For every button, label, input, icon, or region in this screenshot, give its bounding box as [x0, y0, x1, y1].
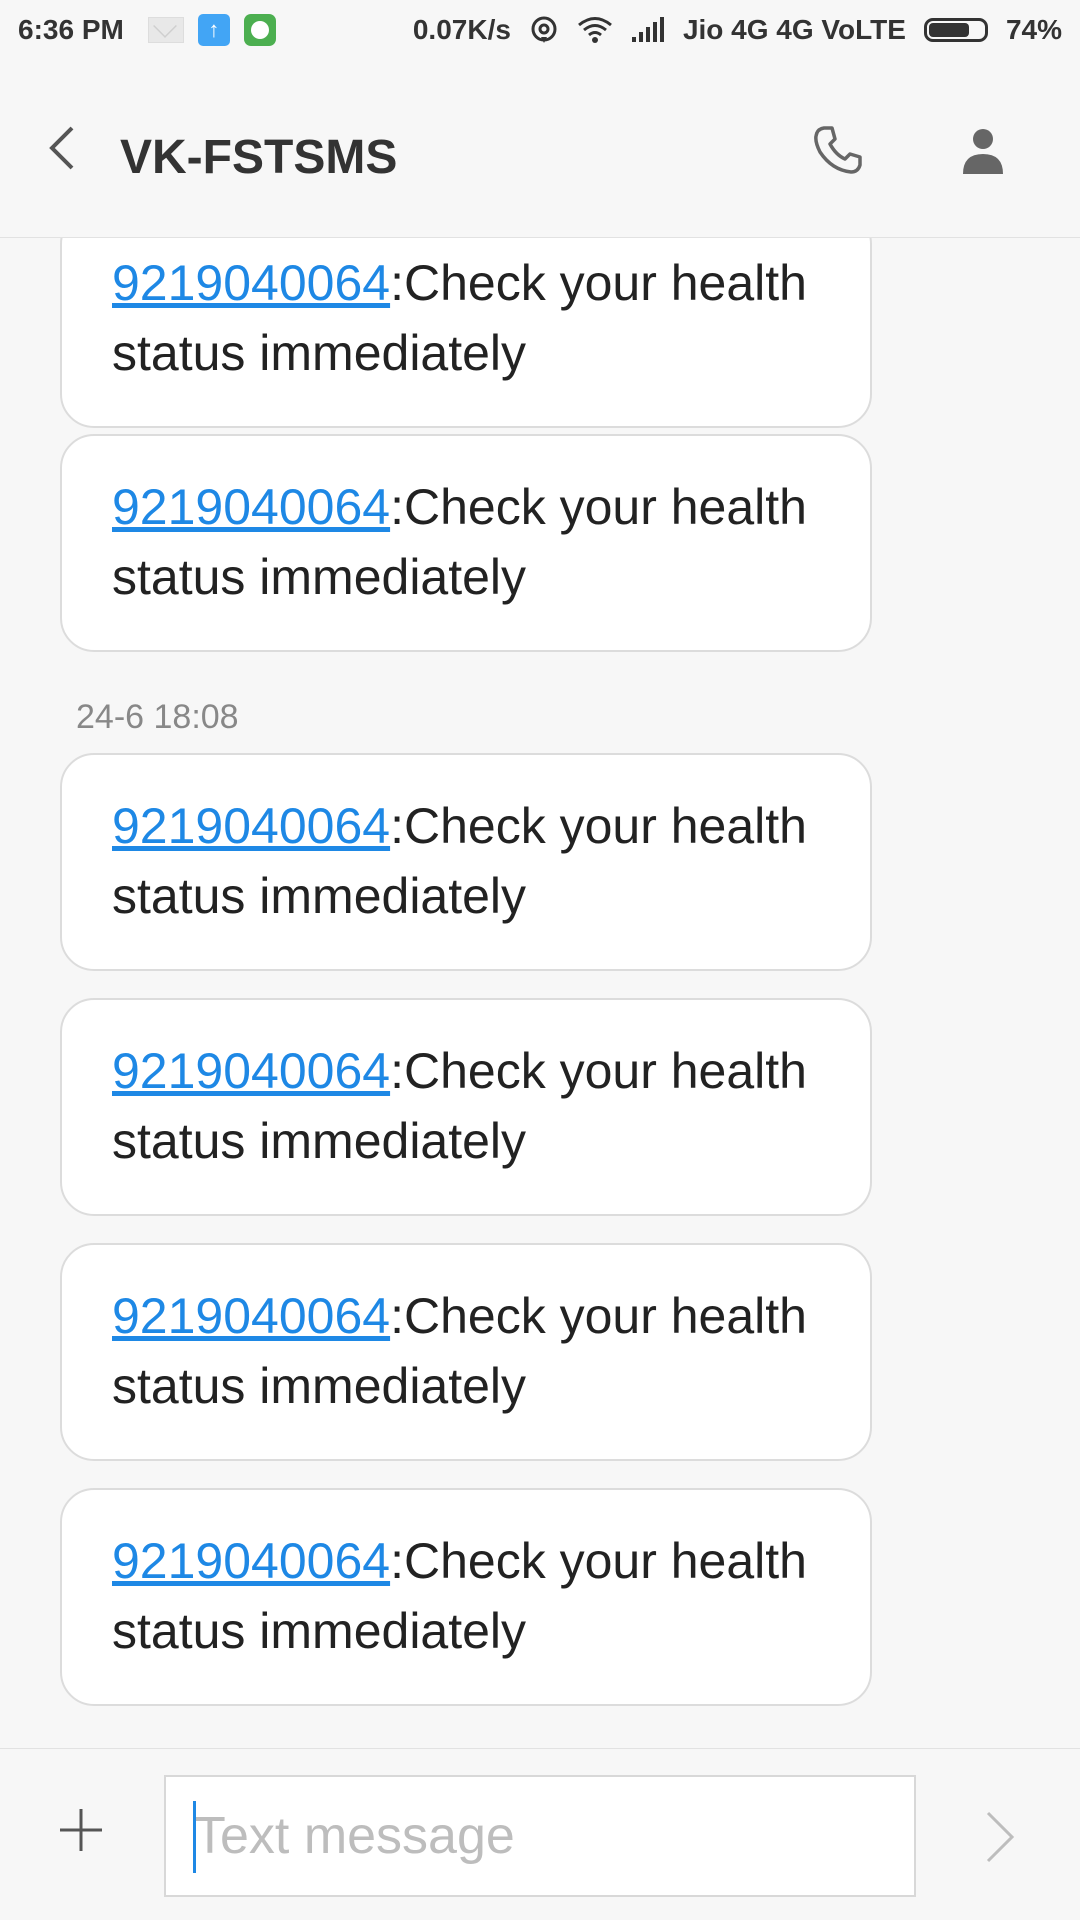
phone-number-link[interactable]: 9219040064: [112, 1288, 390, 1344]
back-arrow-icon: [49, 126, 74, 170]
hotspot-icon: [531, 16, 557, 43]
message-list[interactable]: 9219040064:Check your health status imme…: [0, 238, 1080, 1748]
carrier-label: Jio 4G 4G VoLTE: [682, 14, 906, 45]
upload-icon: ↑: [197, 14, 230, 46]
phone-icon: [814, 126, 862, 174]
date-separator: 24-6 18:08: [76, 698, 239, 736]
contact-title: VK-FSTSMS: [120, 131, 398, 184]
chat-app-icon: [243, 14, 276, 46]
plus-icon: [60, 1809, 102, 1851]
contact-icon: [963, 129, 1003, 174]
call-button[interactable]: [810, 122, 866, 178]
phone-number-link[interactable]: 9219040064: [112, 1533, 390, 1589]
text-cursor: [193, 1801, 196, 1873]
wifi-icon: [577, 17, 612, 43]
signal-icon: [631, 17, 664, 42]
message-bubble[interactable]: 9219040064:Check your health status imme…: [60, 434, 872, 652]
phone-number-link[interactable]: 9219040064: [112, 798, 390, 854]
network-speed: 0.07K/s: [412, 14, 511, 45]
phone-number-link[interactable]: 9219040064: [112, 479, 390, 535]
attach-button[interactable]: [56, 1805, 106, 1855]
battery-percent: 74%: [1005, 14, 1062, 45]
message-bubble[interactable]: 9219040064:Check your health status imme…: [60, 1488, 872, 1706]
back-button[interactable]: [40, 118, 84, 178]
send-button[interactable]: [980, 1807, 1020, 1867]
phone-number-link[interactable]: 9219040064: [112, 1043, 390, 1099]
message-input[interactable]: [164, 1775, 916, 1897]
conversation-header: VK-FSTSMS: [0, 60, 1080, 238]
message-bubble[interactable]: 9219040064:Check your health status imme…: [60, 238, 872, 428]
contact-button[interactable]: [955, 122, 1011, 178]
status-bar: 6:36 PM ↑ 0.07K/s Jio 4G 4G VoLTE 74%: [0, 0, 1080, 60]
message-bubble[interactable]: 9219040064:Check your health status imme…: [60, 753, 872, 971]
message-composer: [0, 1748, 1080, 1920]
message-bubble[interactable]: 9219040064:Check your health status imme…: [60, 1243, 872, 1461]
phone-number-link[interactable]: 9219040064: [112, 255, 390, 311]
battery-icon: [923, 18, 988, 42]
message-bubble[interactable]: 9219040064:Check your health status imme…: [60, 998, 872, 1216]
status-time: 6:36 PM: [18, 14, 124, 45]
mail-icon: [147, 17, 184, 43]
sms-conversation-screen: 6:36 PM ↑ 0.07K/s Jio 4G 4G VoLTE 74% VK…: [0, 0, 1080, 1920]
send-icon: [986, 1811, 1015, 1863]
